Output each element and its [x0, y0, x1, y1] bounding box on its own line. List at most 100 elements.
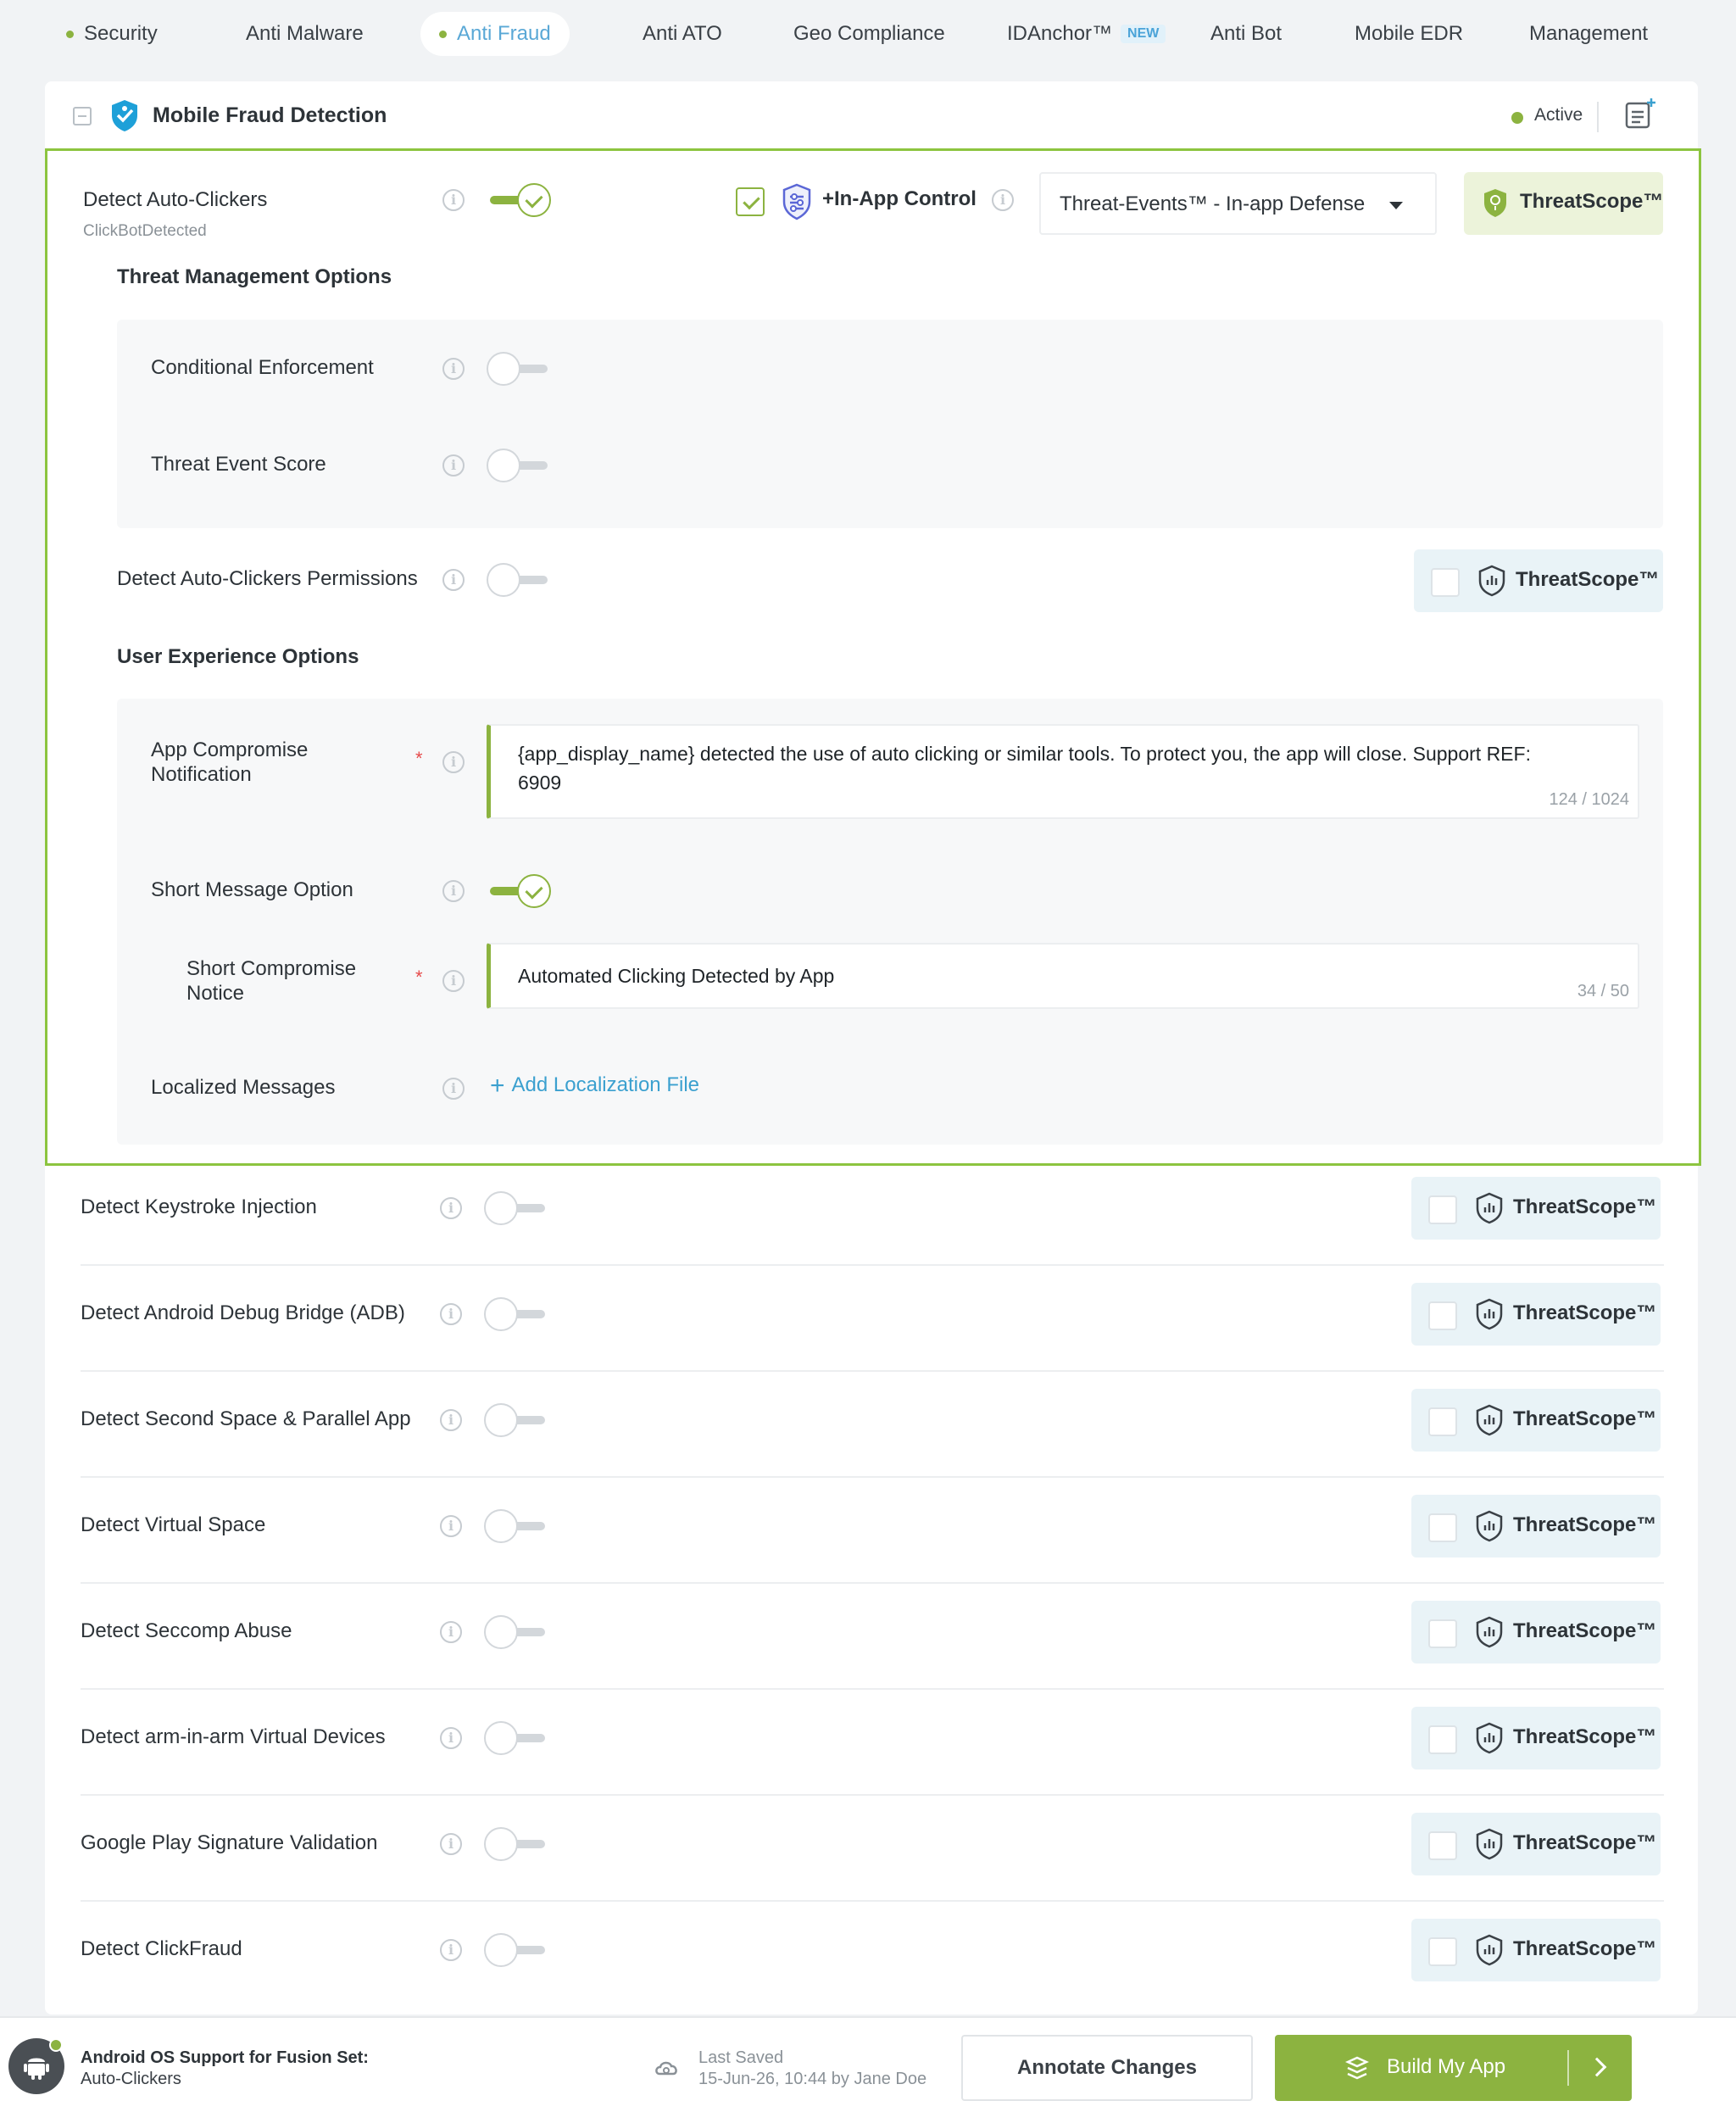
threatscope-checkbox[interactable]: [1428, 1831, 1457, 1860]
threat-management-panel: Conditional Enforcement i Threat Event S…: [117, 320, 1663, 528]
threatscope-option[interactable]: ThreatScope™: [1411, 1707, 1661, 1769]
conditional-enforcement-toggle[interactable]: [487, 350, 551, 387]
tab-management[interactable]: Management: [1511, 12, 1666, 56]
threatscope-checkbox[interactable]: [1431, 568, 1460, 597]
shield-threatscope-icon: [1478, 565, 1505, 597]
tab-idanchor[interactable]: IDAnchor™ NEW: [988, 12, 1184, 56]
threatscope-option[interactable]: ThreatScope™: [1411, 1283, 1661, 1346]
row-title: Conditional Enforcement: [151, 356, 374, 379]
info-icon[interactable]: i: [442, 1078, 465, 1100]
collapse-icon[interactable]: [73, 107, 92, 125]
add-localization-link[interactable]: + Add Localization File: [490, 1072, 699, 1101]
shield-threatscope-icon: [1476, 1722, 1503, 1754]
divider: [81, 1476, 1664, 1478]
detection-toggle[interactable]: [484, 1296, 548, 1333]
row-title: App Compromise Notification: [151, 738, 309, 786]
info-icon[interactable]: i: [442, 970, 465, 992]
info-icon[interactable]: i: [440, 1621, 462, 1643]
info-icon[interactable]: i: [992, 189, 1014, 211]
status-dot-icon: [66, 30, 74, 38]
info-icon[interactable]: i: [442, 880, 465, 902]
build-my-app-button[interactable]: Build My App: [1275, 2035, 1632, 2101]
row-title: Short Message Option: [151, 878, 353, 901]
tab-anti-ato[interactable]: Anti ATO: [624, 12, 741, 56]
detection-toggle[interactable]: [484, 1613, 548, 1651]
row-title: Localized Messages: [151, 1076, 336, 1099]
threatscope-checkbox[interactable]: [1428, 1195, 1457, 1224]
threat-event-score-toggle[interactable]: [487, 447, 551, 484]
top-nav: Security Anti Malware Anti Fraud Anti AT…: [47, 12, 1658, 56]
threatscope-option[interactable]: ThreatScope™: [1414, 549, 1663, 612]
threatscope-checkbox[interactable]: [1428, 1407, 1457, 1436]
auto-clickers-toggle[interactable]: [487, 181, 551, 219]
threatscope-label: ThreatScope™: [1520, 190, 1664, 213]
tab-mobile-edr[interactable]: Mobile EDR: [1336, 12, 1482, 56]
shield-logo-icon: [112, 100, 137, 131]
threatscope-option[interactable]: ThreatScope™: [1411, 1813, 1661, 1875]
detection-toggle[interactable]: [484, 1931, 548, 1969]
plus-icon: +: [490, 1072, 505, 1100]
divider: [81, 1370, 1664, 1372]
info-icon[interactable]: i: [440, 1303, 462, 1325]
threatscope-checkbox[interactable]: [1428, 1619, 1457, 1648]
permissions-toggle[interactable]: [487, 561, 551, 599]
compromise-notification-input[interactable]: {app_display_name} detected the use of a…: [487, 724, 1639, 819]
tab-label: Anti Malware: [246, 22, 364, 45]
threatscope-checkbox[interactable]: [1428, 1725, 1457, 1754]
divider: [81, 1688, 1664, 1690]
in-app-control-checkbox[interactable]: [736, 187, 765, 216]
row-title: Short Compromise Notice: [186, 957, 357, 1005]
info-icon[interactable]: i: [442, 358, 465, 380]
status-dot-icon: [439, 30, 447, 38]
info-icon[interactable]: i: [440, 1939, 462, 1961]
detection-toggle[interactable]: [484, 1507, 548, 1545]
chevron-right-icon[interactable]: [1587, 2057, 1607, 2077]
threatscope-option[interactable]: ThreatScope™: [1411, 1495, 1661, 1558]
threatscope-label: ThreatScope™: [1513, 1725, 1657, 1748]
section-title: User Experience Options: [117, 645, 359, 668]
detection-toggle[interactable]: [484, 1825, 548, 1863]
threatscope-checkbox[interactable]: [1428, 1937, 1457, 1966]
info-icon[interactable]: i: [442, 454, 465, 476]
threatscope-option[interactable]: ThreatScope™: [1411, 1919, 1661, 1981]
threatscope-label: ThreatScope™: [1513, 1407, 1657, 1430]
annotate-changes-button[interactable]: Annotate Changes: [961, 2035, 1253, 2101]
shield-threatscope-icon: [1476, 1298, 1503, 1330]
defense-select[interactable]: Threat-Events™ - In-app Defense: [1039, 172, 1437, 235]
threatscope-option[interactable]: ThreatScope™: [1411, 1601, 1661, 1663]
compromise-text-line2: 6909: [518, 772, 562, 794]
tab-anti-malware[interactable]: Anti Malware: [227, 12, 382, 56]
new-badge: NEW: [1121, 25, 1166, 43]
info-icon[interactable]: i: [442, 189, 465, 211]
card-title: Mobile Fraud Detection: [153, 103, 387, 127]
row-title: Detect Android Debug Bridge (ADB): [81, 1301, 405, 1324]
threatscope-active-button[interactable]: ThreatScope™: [1464, 172, 1663, 235]
info-icon[interactable]: i: [442, 569, 465, 591]
threatscope-checkbox[interactable]: [1428, 1513, 1457, 1542]
info-icon[interactable]: i: [442, 751, 465, 773]
note-add-icon[interactable]: [1623, 97, 1657, 131]
tab-anti-fraud[interactable]: Anti Fraud: [420, 12, 570, 56]
info-icon[interactable]: i: [440, 1197, 462, 1219]
info-icon[interactable]: i: [440, 1409, 462, 1431]
tab-label: Geo Compliance: [793, 22, 945, 45]
detection-toggle[interactable]: [484, 1401, 548, 1439]
threatscope-option[interactable]: ThreatScope™: [1411, 1389, 1661, 1452]
short-message-toggle[interactable]: [487, 872, 551, 910]
tab-security[interactable]: Security: [47, 12, 176, 56]
tab-label: Mobile EDR: [1355, 22, 1464, 45]
user-experience-panel: App Compromise Notification * i {app_dis…: [117, 699, 1663, 1145]
info-icon[interactable]: i: [440, 1833, 462, 1855]
threatscope-checkbox[interactable]: [1428, 1301, 1457, 1330]
shield-threatscope-icon: [1476, 1510, 1503, 1542]
build-icon: [1344, 2056, 1370, 2080]
detection-toggle[interactable]: [484, 1190, 548, 1227]
info-icon[interactable]: i: [440, 1727, 462, 1749]
short-compromise-notice-input[interactable]: Automated Clicking Detected by App 34 / …: [487, 943, 1639, 1009]
tab-geo-compliance[interactable]: Geo Compliance: [775, 12, 964, 56]
info-icon[interactable]: i: [440, 1515, 462, 1537]
threatscope-option[interactable]: ThreatScope™: [1411, 1177, 1661, 1240]
tab-anti-bot[interactable]: Anti Bot: [1192, 12, 1300, 56]
detection-toggle[interactable]: [484, 1719, 548, 1757]
chevron-down-icon: [1389, 202, 1403, 209]
